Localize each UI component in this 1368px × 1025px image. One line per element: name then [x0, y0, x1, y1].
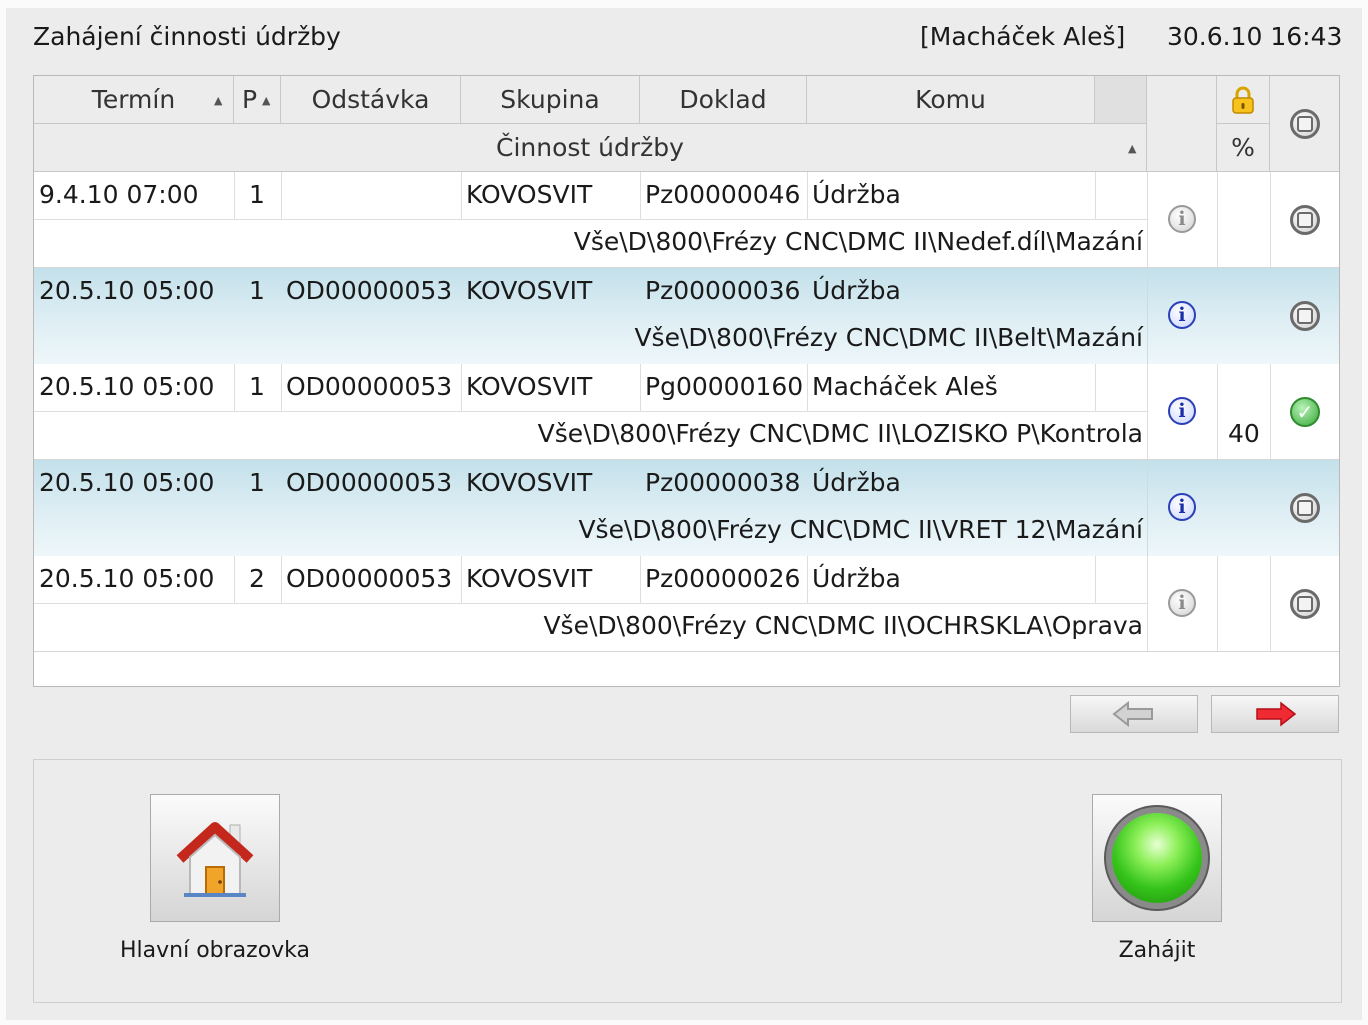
cell-skupina: KOVOSVIT	[466, 564, 593, 593]
col-header-spacer	[1095, 76, 1147, 124]
cell-odstavka: OD00000053	[286, 468, 453, 497]
stop-icon[interactable]	[1290, 205, 1320, 235]
current-user: [Macháček Aleš]	[920, 22, 1126, 51]
cell-cinnost: Vše\D\800\Frézy CNC\DMC II\OCHRSKLA\Opra…	[543, 611, 1143, 640]
cell-skupina: KOVOSVIT	[466, 180, 593, 209]
maintenance-grid: Termín ▲ P ▲ Odstávka Skupina Doklad Kom…	[33, 75, 1340, 687]
cell-termin: 20.5.10 05:00	[39, 276, 215, 305]
checkmark-icon[interactable]: ✓	[1290, 397, 1320, 427]
col-header-komu[interactable]: Komu	[807, 76, 1095, 124]
cell-cinnost: Vše\D\800\Frézy CNC\DMC II\Nedef.díl\Maz…	[573, 227, 1143, 256]
cell-cinnost: Vše\D\800\Frézy CNC\DMC II\VRET 12\Mazán…	[578, 515, 1143, 544]
cell-priority: 1	[249, 180, 265, 209]
table-row[interactable]: 20.5.10 05:00 2 OD00000053 KOVOSVIT Pz00…	[34, 556, 1339, 652]
cell-priority: 1	[249, 468, 265, 497]
table-row-selected[interactable]: 20.5.10 05:00 1 OD00000053 KOVOSVIT Pz00…	[34, 460, 1339, 556]
cell-priority: 1	[249, 276, 265, 305]
cell-skupina: KOVOSVIT	[466, 372, 593, 401]
cell-cinnost: Vše\D\800\Frézy CNC\DMC II\LOZISKO P\Kon…	[537, 419, 1143, 448]
info-icon[interactable]: i	[1168, 397, 1196, 425]
current-datetime: 30.6.10 16:43	[1167, 22, 1343, 51]
cell-doklad: Pz00000036	[645, 276, 801, 305]
col-header-status	[1270, 76, 1339, 172]
lock-icon	[1232, 86, 1254, 114]
col-header-priority[interactable]: P ▲	[234, 76, 281, 124]
col-header-doklad[interactable]: Doklad	[640, 76, 807, 124]
info-icon[interactable]: i	[1168, 301, 1196, 329]
prev-page-button[interactable]	[1070, 695, 1198, 733]
house-icon	[176, 822, 254, 897]
cell-cinnost: Vše\D\800\Frézy CNC\DMC II\Belt\Mazání	[634, 323, 1143, 352]
page-title: Zahájení činnosti údržby	[33, 22, 341, 51]
cell-komu: Údržba	[812, 180, 901, 209]
stop-icon[interactable]	[1289, 108, 1320, 139]
info-icon[interactable]: i	[1168, 493, 1196, 521]
start-button[interactable]	[1092, 794, 1222, 922]
col-header-info	[1147, 76, 1217, 172]
col-header-cinnost[interactable]: Činnost údržby ▲	[34, 124, 1147, 172]
cell-termin: 9.4.10 07:00	[39, 180, 199, 209]
arrow-left-icon	[1112, 701, 1153, 727]
cell-doklad: Pz00000046	[645, 180, 801, 209]
next-page-button[interactable]	[1211, 695, 1339, 733]
cell-komu: Údržba	[812, 564, 901, 593]
table-row[interactable]: 9.4.10 07:00 1 KOVOSVIT Pz00000046 Údržb…	[34, 172, 1339, 268]
col-header-skupina[interactable]: Skupina	[461, 76, 640, 124]
stop-icon[interactable]	[1290, 301, 1320, 331]
cell-komu: Údržba	[812, 468, 901, 497]
col-header-lock	[1217, 76, 1270, 124]
cell-odstavka: OD00000053	[286, 564, 453, 593]
info-icon[interactable]: i	[1168, 205, 1196, 233]
col-header-termin[interactable]: Termín ▲	[34, 76, 234, 124]
cell-doklad: Pz00000026	[645, 564, 801, 593]
sort-asc-icon: ▲	[1128, 142, 1137, 155]
cell-doklad: Pg00000160	[645, 372, 804, 401]
cell-doklad: Pz00000038	[645, 468, 801, 497]
cell-percent: 40	[1228, 419, 1260, 448]
cell-komu: Macháček Aleš	[812, 372, 998, 401]
sort-asc-icon: ▲	[262, 94, 271, 107]
cell-priority: 2	[249, 564, 265, 593]
cell-odstavka: OD00000053	[286, 276, 453, 305]
table-row[interactable]: 20.5.10 05:00 1 OD00000053 KOVOSVIT Pg00…	[34, 364, 1339, 460]
cell-komu: Údržba	[812, 276, 901, 305]
col-header-odstavka[interactable]: Odstávka	[281, 76, 461, 124]
cell-termin: 20.5.10 05:00	[39, 468, 215, 497]
cell-skupina: KOVOSVIT	[466, 468, 593, 497]
cell-termin: 20.5.10 05:00	[39, 564, 215, 593]
stop-icon[interactable]	[1290, 493, 1320, 523]
sort-asc-icon: ▲	[214, 94, 223, 107]
info-icon[interactable]: i	[1168, 589, 1196, 617]
table-row-selected[interactable]: 20.5.10 05:00 1 OD00000053 KOVOSVIT Pz00…	[34, 268, 1339, 364]
cell-termin: 20.5.10 05:00	[39, 372, 215, 401]
stop-icon[interactable]	[1290, 589, 1320, 619]
home-button-label: Hlavní obrazovka	[119, 938, 311, 963]
cell-odstavka: OD00000053	[286, 372, 453, 401]
col-header-percent[interactable]: %	[1217, 124, 1270, 172]
home-button[interactable]	[150, 794, 280, 922]
cell-priority: 1	[249, 372, 265, 401]
green-light-icon	[1112, 813, 1202, 903]
start-button-label: Zahájit	[1118, 938, 1196, 963]
arrow-right-icon	[1256, 701, 1297, 727]
cell-skupina: KOVOSVIT	[466, 276, 593, 305]
